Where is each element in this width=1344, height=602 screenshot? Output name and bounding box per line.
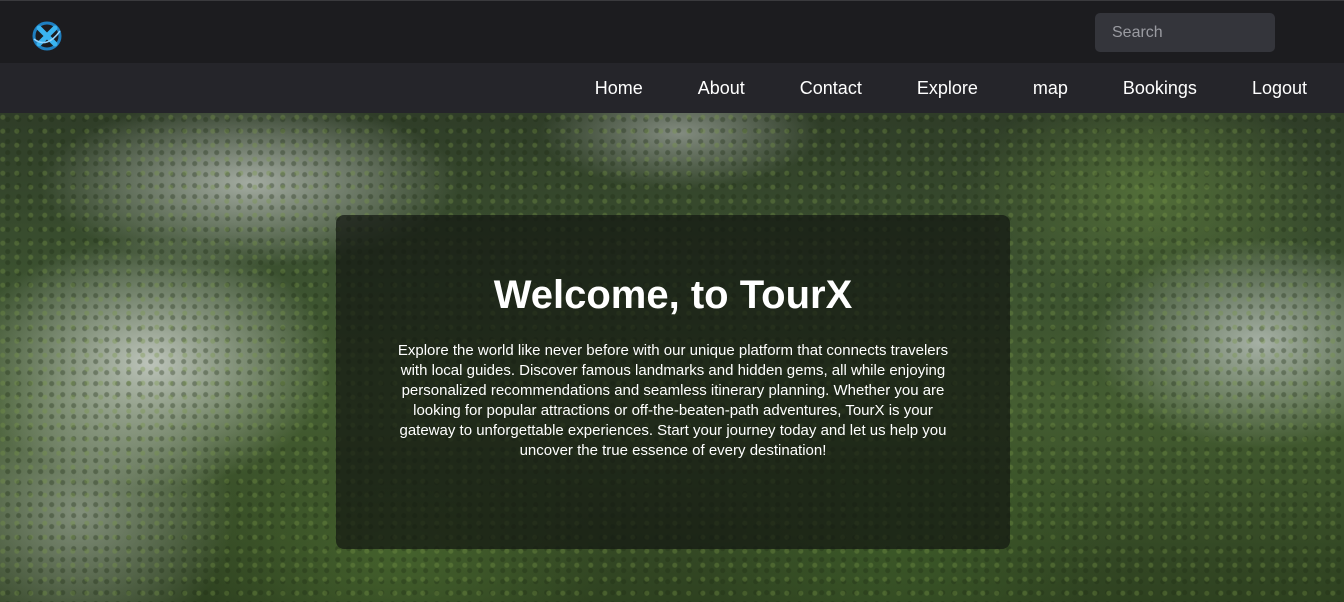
search-input[interactable] xyxy=(1106,13,1319,52)
main-nav: Home About Contact Explore map Bookings … xyxy=(0,63,1344,113)
top-header xyxy=(0,0,1344,63)
nav-item-about[interactable]: About xyxy=(670,63,772,113)
nav-item-logout[interactable]: Logout xyxy=(1224,63,1344,113)
nav-item-explore[interactable]: Explore xyxy=(889,63,1005,113)
nav-item-home[interactable]: Home xyxy=(567,63,670,113)
welcome-card: Welcome, to TourX Explore the world like… xyxy=(336,215,1010,549)
hero-title: Welcome, to TourX xyxy=(493,273,853,317)
nav-item-bookings[interactable]: Bookings xyxy=(1095,63,1224,113)
hero-description: Explore the world like never before with… xyxy=(397,342,949,459)
search-box[interactable] xyxy=(1095,13,1319,52)
nav-item-contact[interactable]: Contact xyxy=(772,63,889,113)
nav-item-map[interactable]: map xyxy=(1005,63,1095,113)
tourx-logo-icon[interactable] xyxy=(30,19,64,53)
hero-section: Welcome, to TourX Explore the world like… xyxy=(0,113,1344,602)
